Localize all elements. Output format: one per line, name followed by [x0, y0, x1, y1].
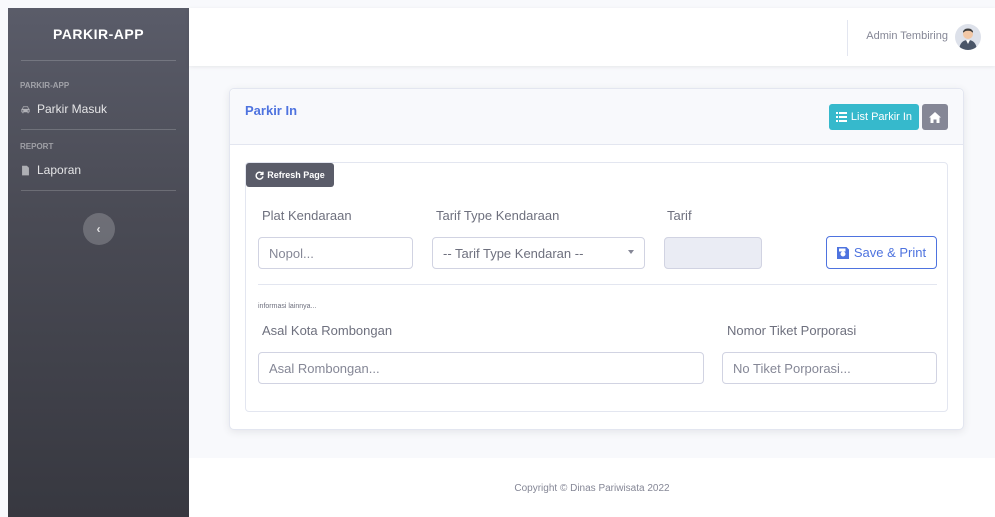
sidebar-item-parkir-masuk[interactable]: Parkir Masuk: [8, 90, 189, 129]
sidebar-toggle-button[interactable]: ‹: [82, 213, 115, 245]
card-title: Parkir In: [245, 103, 298, 118]
sidebar-item-label: Laporan: [37, 163, 82, 177]
home-icon: [929, 111, 941, 123]
sidebar: PARKIR-APP PARKIR-APP Parkir Masuk REPOR…: [8, 8, 189, 517]
asal-rombongan-input[interactable]: [258, 352, 704, 384]
refresh-icon: [255, 171, 264, 180]
nomor-tiket-label: Nomor Tiket Porporasi: [727, 323, 857, 338]
tarif-type-selected-value: -- Tarif Type Kendaran --: [443, 245, 584, 261]
form-divider: [258, 284, 937, 285]
home-button[interactable]: [922, 104, 948, 130]
form-panel: Refresh Page Plat Kendaraan Tarif Type K…: [245, 162, 948, 412]
tiket-porporasi-input[interactable]: [722, 352, 937, 384]
copyright-text: Copyright © Dinas Pariwisata 2022: [514, 483, 670, 494]
refresh-button-label: Refresh Page: [267, 170, 325, 180]
list-parkir-in-button[interactable]: List Parkir In: [829, 104, 919, 130]
list-button-label: List Parkir In: [850, 111, 913, 123]
asal-kota-label: Asal Kota Rombongan: [262, 323, 393, 338]
save-icon: [836, 246, 849, 259]
sidebar-item-label: Parkir Masuk: [37, 102, 108, 116]
nopol-input[interactable]: [258, 237, 413, 269]
user-avatar-icon: [959, 28, 977, 50]
sidebar-divider: [21, 190, 176, 191]
topbar: Admin Tembiring: [189, 8, 995, 66]
list-icon: [835, 112, 847, 122]
save-button-label: Save & Print: [853, 245, 927, 260]
tarif-type-label: Tarif Type Kendaraan: [436, 208, 560, 223]
parkir-in-card: Parkir In List Parkir In Refresh Page Pl…: [229, 88, 964, 430]
card-header: Parkir In List Parkir In: [230, 89, 963, 145]
sidebar-heading-report: REPORT: [20, 142, 54, 151]
refresh-page-button[interactable]: Refresh Page: [246, 163, 334, 187]
car-icon: [21, 105, 30, 113]
file-icon: [22, 165, 29, 175]
tarif-input: [664, 237, 762, 269]
plat-kendaraan-label: Plat Kendaraan: [262, 208, 352, 223]
user-name[interactable]: Admin Tembiring: [866, 30, 948, 42]
tarif-label: Tarif: [667, 208, 692, 223]
sidebar-item-laporan[interactable]: Laporan: [8, 151, 189, 190]
topbar-divider: [847, 20, 848, 56]
caret-down-icon: [628, 250, 634, 254]
info-note: informasi lainnya...: [258, 303, 317, 310]
sidebar-brand[interactable]: PARKIR-APP: [8, 8, 189, 60]
tarif-type-select[interactable]: -- Tarif Type Kendaran --: [432, 237, 645, 269]
sidebar-heading-parkir: PARKIR-APP: [20, 81, 70, 90]
footer: Copyright © Dinas Pariwisata 2022: [189, 458, 995, 517]
chevron-left-icon: ‹: [96, 222, 101, 236]
avatar[interactable]: [955, 24, 981, 50]
save-print-button[interactable]: Save & Print: [826, 236, 937, 269]
